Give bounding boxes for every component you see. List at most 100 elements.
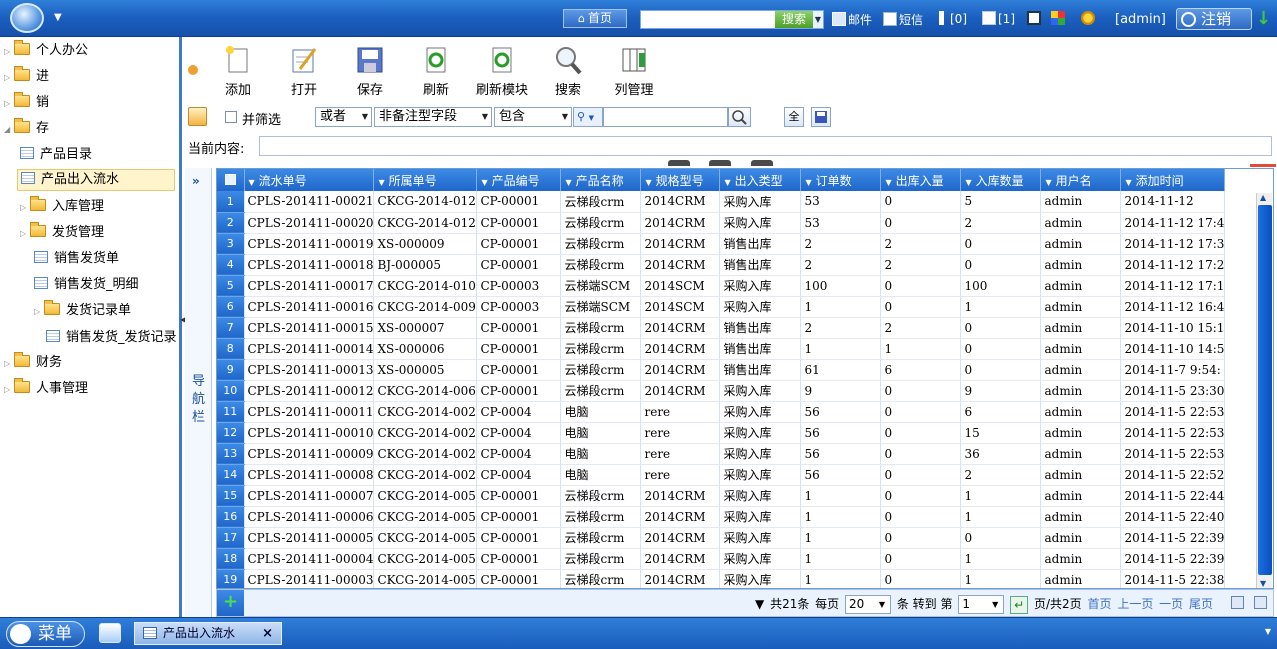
sidebar-item-finance[interactable]: ▷ 财务	[4, 352, 62, 374]
row-number[interactable]: 5	[217, 275, 245, 297]
row-number[interactable]: 10	[217, 380, 245, 402]
search-mode-select[interactable]: ⚲ ▼	[573, 107, 603, 127]
sort-arrow-icon[interactable]: ▼	[645, 178, 651, 187]
select-all-header[interactable]	[217, 169, 245, 191]
last-page-link[interactable]: 尾页	[1189, 597, 1213, 611]
header-search-button[interactable]: 搜索	[775, 11, 813, 28]
panel-tab-handle[interactable]	[751, 160, 773, 166]
sort-arrow-icon[interactable]: ▼	[1045, 178, 1051, 187]
column-header[interactable]: ▼ 入库数量	[960, 169, 1042, 191]
sound-link[interactable]: [0]	[939, 11, 967, 26]
doc-link[interactable]: [1]	[982, 11, 1015, 26]
table-row[interactable]: 17 CPLS-201411-00005 CKCG-2014-005 CP-00001…	[217, 527, 1226, 549]
grid-view-icon[interactable]	[1254, 596, 1267, 609]
column-header[interactable]: ▼ 出入类型	[719, 169, 802, 191]
table-row[interactable]: 8 CPLS-201411-00014 XS-000006 CP-00001 云梯段cr…	[217, 338, 1226, 360]
table-row[interactable]: 6 CPLS-201411-00016 CKCG-2014-009 CP-00003 云…	[217, 296, 1226, 318]
window-icon[interactable]	[1027, 11, 1043, 26]
sidebar-item-stock[interactable]: ◢ 存	[4, 118, 49, 140]
grid-vertical-scrollbar[interactable]: ▲ ▼	[1256, 193, 1272, 588]
header-search-dropdown-icon[interactable]: ▼	[813, 11, 823, 28]
sidebar-item-sales-shipment[interactable]: 销售发货单	[34, 248, 119, 270]
settings-gear-icon[interactable]	[1081, 11, 1097, 26]
table-row[interactable]: 5 CPLS-201411-00017 CKCG-2014-010 CP-00003 云…	[217, 275, 1226, 297]
sort-arrow-icon[interactable]: ▼	[565, 178, 571, 187]
column-manage-button[interactable]: 列管理	[604, 45, 664, 98]
refresh-button[interactable]: 刷新	[406, 45, 466, 98]
sort-arrow-icon[interactable]: ▼	[805, 178, 811, 187]
task-product-flow[interactable]: 产品出入流水 ×	[134, 622, 282, 645]
column-header[interactable]: ▼ 规格型号	[640, 169, 721, 191]
start-menu-button[interactable]: 菜单	[6, 621, 85, 647]
close-icon[interactable]: ×	[262, 623, 273, 644]
table-row[interactable]: 4 CPLS-201411-00018 BJ-000005 CP-00001 云梯段cr…	[217, 254, 1226, 276]
row-number[interactable]: 4	[217, 254, 245, 276]
column-header[interactable]: ▼ 产品名称	[560, 169, 642, 191]
pager-menu-icon[interactable]: ▼	[755, 597, 764, 611]
scroll-up-icon[interactable]: ▲	[1260, 193, 1266, 202]
sort-arrow-icon[interactable]: ▼	[965, 178, 971, 187]
sidebar-item-product-catalog[interactable]: 产品目录	[20, 144, 92, 166]
first-page-link[interactable]: 首页	[1087, 597, 1111, 611]
row-number[interactable]: 7	[217, 317, 245, 339]
theme-icon[interactable]	[1051, 11, 1067, 26]
logo-dropdown-icon[interactable]: ▼	[54, 12, 62, 23]
row-number[interactable]: 2	[217, 212, 245, 234]
table-row[interactable]: 11 CPLS-201411-00011 CKCG-2014-002 CP-0004 电…	[217, 401, 1226, 423]
row-number[interactable]: 6	[217, 296, 245, 318]
sidebar-item-shipping[interactable]: ▷ 发货管理	[20, 222, 104, 244]
table-row[interactable]: 18 CPLS-201411-00004 CKCG-2014-005 CP-00001…	[217, 548, 1226, 570]
filter-value-input[interactable]	[603, 107, 728, 127]
header-search-input[interactable]	[641, 11, 775, 28]
table-row[interactable]: 3 CPLS-201411-00019 XS-000009 CP-00001 云梯段cr…	[217, 233, 1226, 255]
table-row[interactable]: 9 CPLS-201411-00013 XS-000005 CP-00001 云梯段cr…	[217, 359, 1226, 381]
open-button[interactable]: 打开	[274, 45, 334, 98]
filter-options-icon[interactable]	[188, 107, 207, 126]
sort-arrow-icon[interactable]: ▼	[1125, 178, 1131, 187]
row-number[interactable]: 14	[217, 464, 245, 486]
select-all-checkbox[interactable]	[224, 174, 236, 185]
mail-link[interactable]: 邮件	[832, 11, 872, 28]
scrollbar-thumb[interactable]	[1258, 205, 1272, 575]
table-row[interactable]: 14 CPLS-201411-00008 CKCG-2014-002 CP-0004 电…	[217, 464, 1226, 486]
logic-select[interactable]: 或者 ▼	[315, 107, 372, 127]
column-header[interactable]: ▼ 流水单号	[244, 169, 375, 191]
column-header[interactable]: ▼ 添加时间	[1120, 169, 1226, 191]
row-number[interactable]: 12	[217, 422, 245, 444]
table-row[interactable]: 19 CPLS-201411-00003 CKCG-2014-005 CP-00001…	[217, 569, 1226, 588]
sidebar-item-inbound[interactable]: ▷ 入库管理	[20, 196, 104, 218]
operator-select[interactable]: 包含 ▼	[494, 107, 572, 127]
table-row[interactable]: 16 CPLS-201411-00006 CKCG-2014-005 CP-00001…	[217, 506, 1226, 528]
taskbar-menu-icon[interactable]: ▼	[1265, 627, 1271, 636]
panel-tab-handle[interactable]	[709, 160, 731, 166]
row-number[interactable]: 1	[217, 191, 245, 213]
page-select[interactable]: 1 ▼	[958, 595, 1005, 614]
row-number[interactable]: 11	[217, 401, 245, 423]
per-page-select[interactable]: 20 ▼	[845, 595, 892, 614]
filter-search-button[interactable]	[728, 107, 751, 127]
select-all-button[interactable]: 全	[784, 107, 804, 127]
table-row[interactable]: 12 CPLS-201411-00010 CKCG-2014-002 CP-0004 电…	[217, 422, 1226, 444]
sidebar-item-product-flow[interactable]: 产品出入流水	[17, 169, 175, 191]
home-button[interactable]: ⌂ 首页	[563, 9, 627, 28]
download-arrow-icon[interactable]: ↓	[1256, 8, 1271, 29]
save-button[interactable]: 保存	[340, 45, 400, 98]
sms-link[interactable]: 短信	[883, 11, 923, 28]
column-header[interactable]: ▼ 用户名	[1040, 169, 1122, 191]
row-number[interactable]: 19	[217, 569, 245, 588]
table-row[interactable]: 13 CPLS-201411-00009 CKCG-2014-002 CP-0004 电…	[217, 443, 1226, 465]
sidebar-item-shipment-record[interactable]: 销售发货_发货记录	[46, 327, 177, 349]
row-number[interactable]: 8	[217, 338, 245, 360]
expand-nav-icon[interactable]: »	[192, 174, 200, 188]
sidebar-item-sales[interactable]: ▷ 销	[4, 92, 49, 114]
add-button[interactable]: 添加	[208, 45, 268, 98]
table-row[interactable]: 2 CPLS-201411-00020 CKCG-2014-012 CP-00001 云…	[217, 212, 1226, 234]
sidebar-item-purchase[interactable]: ▷ 进	[4, 66, 49, 88]
refresh-module-button[interactable]: 刷新模块	[472, 45, 532, 98]
add-row-button[interactable]: +	[217, 590, 244, 616]
panel-tab-handle[interactable]	[668, 160, 690, 166]
quick-launch-icon[interactable]	[99, 623, 121, 643]
table-row[interactable]: 1 CPLS-201411-00021 CKCG-2014-012 CP-00001 云…	[217, 191, 1226, 213]
combine-filter-checkbox[interactable]	[225, 111, 237, 123]
app-logo-icon[interactable]	[10, 3, 44, 33]
